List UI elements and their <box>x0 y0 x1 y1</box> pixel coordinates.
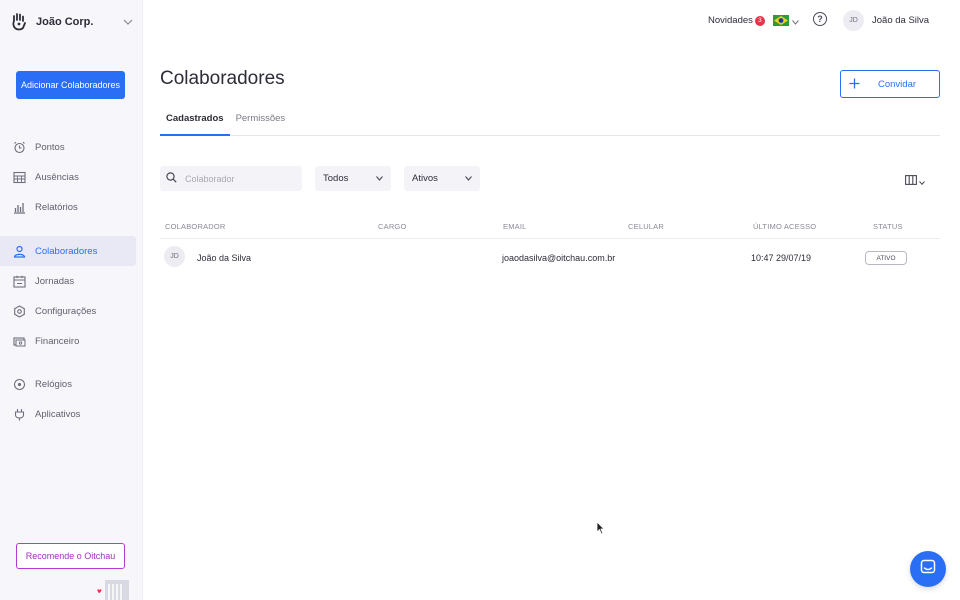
help-icon[interactable]: ? <box>813 12 827 26</box>
table-row[interactable]: JD João da Silva joaodasilva@oitchau.com… <box>160 240 940 276</box>
mouse-cursor-icon <box>596 521 605 540</box>
tab-bar: Cadastrados Permissões <box>160 110 940 136</box>
filter-scope-select[interactable]: Todos <box>315 166 391 191</box>
page-title: Colaboradores <box>160 68 285 89</box>
sidebar-item-label: Colaboradores <box>35 245 98 257</box>
sidebar-item-label: Configurações <box>35 305 97 317</box>
news-label: Novidades <box>708 15 753 26</box>
sidebar: João Corp. Adicionar Colaboradores Ponto… <box>0 0 143 600</box>
sidebar-item-ausencias[interactable]: Ausências <box>0 162 143 192</box>
company-switcher[interactable]: João Corp. <box>10 10 134 34</box>
invite-button[interactable]: Convidar <box>840 70 940 98</box>
search-icon <box>166 170 177 188</box>
top-bar: Novidades 3 ? JD João da Silva <box>143 0 960 42</box>
invite-label: Convidar <box>878 78 917 90</box>
money-icon <box>12 334 26 348</box>
column-header-celular[interactable]: CELULAR <box>628 222 664 231</box>
chevron-down-icon <box>465 174 472 183</box>
sidebar-item-colaboradores[interactable]: Colaboradores <box>0 236 136 266</box>
alarm-clock-icon <box>12 140 26 154</box>
heart-building-illustration-icon <box>95 580 130 600</box>
nav-group-devices: Relógios Aplicativos <box>0 369 143 429</box>
people-icon <box>12 244 26 258</box>
avatar: JD <box>164 246 185 267</box>
status-badge: ATIVO <box>865 251 907 265</box>
calendar-icon <box>12 274 26 288</box>
row-name[interactable]: João da Silva <box>197 253 251 263</box>
plug-icon <box>12 407 26 421</box>
filter-scope-value: Todos <box>323 173 349 184</box>
sidebar-item-relogios[interactable]: Relógios <box>0 369 143 399</box>
column-header-colaborador[interactable]: COLABORADOR <box>165 222 226 231</box>
search-input[interactable] <box>185 173 295 184</box>
company-name: João Corp. <box>36 16 94 28</box>
chat-bubble-icon <box>920 559 936 580</box>
chevron-down-icon <box>376 174 383 183</box>
column-header-ultimo-acesso[interactable]: ÚLTIMO ACESSO <box>753 222 816 231</box>
columns-toggle-button[interactable] <box>905 172 925 190</box>
sidebar-item-financeiro[interactable]: Financeiro <box>0 326 143 356</box>
column-header-status[interactable]: STATUS <box>873 222 903 231</box>
add-collaborators-button[interactable]: Adicionar Colaboradores <box>16 71 125 99</box>
report-chart-icon <box>12 200 26 214</box>
news-count-badge: 3 <box>754 15 765 26</box>
column-header-cargo[interactable]: CARGO <box>378 222 407 231</box>
news-link[interactable]: Novidades 3 <box>708 15 765 26</box>
sidebar-item-label: Jornadas <box>35 275 75 287</box>
sidebar-item-label: Aplicativos <box>35 408 81 420</box>
sidebar-item-label: Relógios <box>35 378 72 390</box>
tab-cadastrados[interactable]: Cadastrados <box>160 110 230 136</box>
oitchau-hand-logo-icon <box>10 11 28 33</box>
brazil-flag-icon <box>773 13 789 31</box>
recommend-button[interactable]: Recomende o Oitchau <box>16 543 125 569</box>
sidebar-item-label: Ausências <box>35 171 79 183</box>
language-selector[interactable] <box>773 13 799 31</box>
clock-device-icon <box>12 377 26 391</box>
row-email: joaodasilva@oitchau.com.br <box>502 253 616 263</box>
gear-icon <box>12 304 26 318</box>
columns-icon <box>905 172 917 190</box>
sidebar-item-relatorios[interactable]: Relatórios <box>0 192 143 222</box>
sidebar-item-aplicativos[interactable]: Aplicativos <box>0 399 143 429</box>
plus-icon <box>849 77 861 92</box>
filter-status-value: Ativos <box>412 173 438 184</box>
user-name: João da Silva <box>872 15 930 26</box>
sidebar-item-label: Relatórios <box>35 201 78 213</box>
calendar-grid-icon <box>12 170 26 184</box>
sidebar-item-label: Financeiro <box>35 335 80 347</box>
sidebar-item-configuracoes[interactable]: Configurações <box>0 296 143 326</box>
nav-group-main: Pontos Ausências Relatórios <box>0 132 143 222</box>
search-box[interactable] <box>160 166 302 191</box>
chevron-down-icon <box>122 16 134 28</box>
chevron-down-icon <box>792 18 799 27</box>
avatar: JD <box>843 10 864 31</box>
user-menu[interactable]: JD João da Silva <box>843 10 929 31</box>
tab-permissoes[interactable]: Permissões <box>230 110 292 136</box>
column-header-email[interactable]: EMAIL <box>503 222 527 231</box>
chevron-down-icon <box>919 172 925 190</box>
filter-status-select[interactable]: Ativos <box>404 166 480 191</box>
chat-launcher-button[interactable] <box>910 551 946 587</box>
sidebar-item-label: Pontos <box>35 141 65 153</box>
table-header: COLABORADOR CARGO EMAIL CELULAR ÚLTIMO A… <box>160 214 940 239</box>
row-last-access: 10:47 29/07/19 <box>751 253 812 263</box>
nav-group-people: Colaboradores Jornadas Configurações Fin… <box>0 236 143 356</box>
sidebar-item-jornadas[interactable]: Jornadas <box>0 266 143 296</box>
sidebar-item-pontos[interactable]: Pontos <box>0 132 143 162</box>
